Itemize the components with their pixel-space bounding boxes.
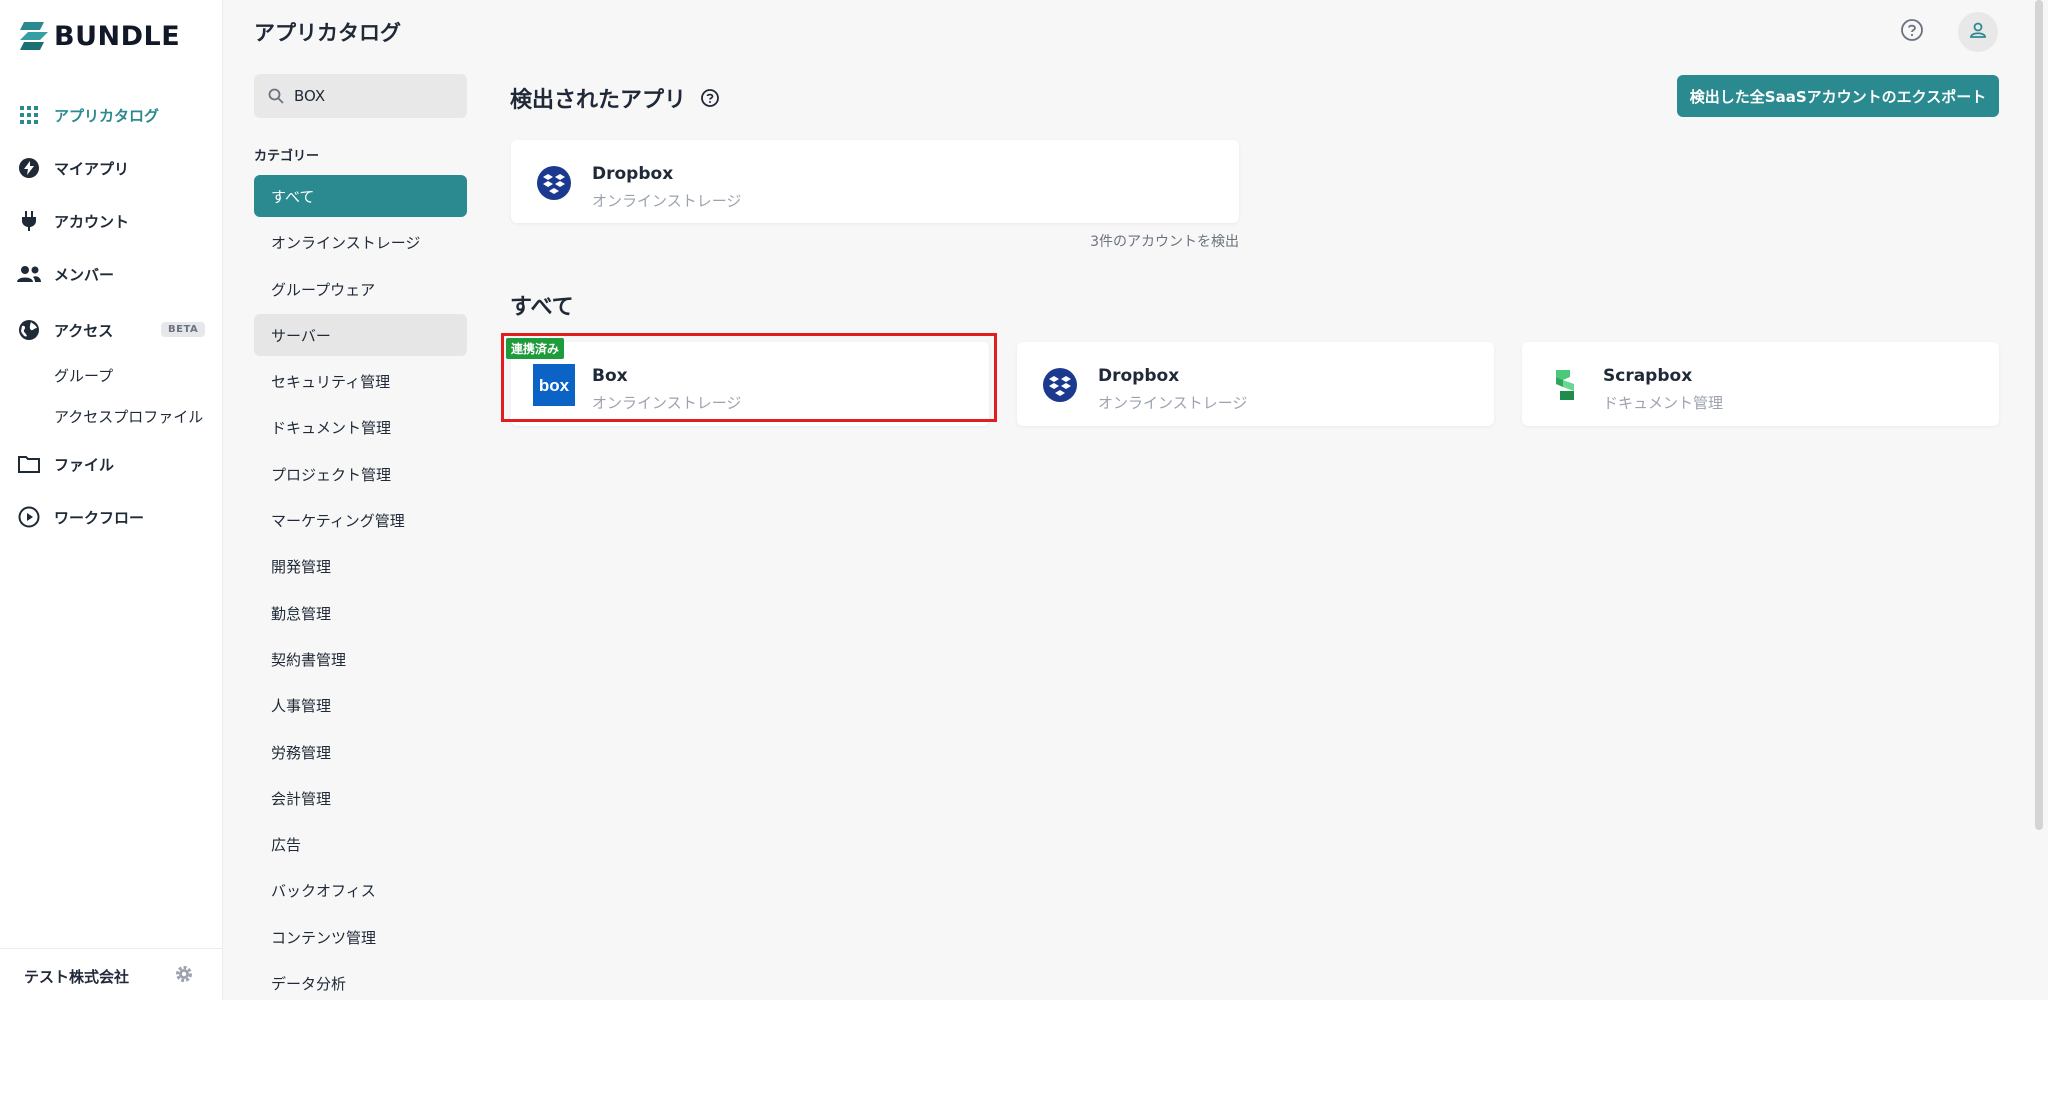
sidebar-item-label: マイアプリ [54,159,130,178]
folder-icon [16,451,42,477]
play-circle-icon [16,504,42,530]
app-name: Dropbox [1098,366,1180,386]
app-card-scrapbox[interactable]: Scrapbox ドキュメント管理 [1522,342,1999,426]
app-window: BUNDLE アプリカタログ マイアプリ アカウント メンバー アクセス BET… [0,0,2048,1000]
dropbox-icon [533,162,575,204]
beta-badge: BETA [161,322,206,337]
globe-icon [16,317,42,343]
help-icon [1900,18,1924,46]
category-item[interactable]: プロジェクト管理 [254,453,467,495]
help-circle-icon[interactable] [700,88,720,114]
sidebar-item-label: アクセス [54,321,114,340]
help-button[interactable] [1892,12,1932,52]
category-item[interactable]: 労務管理 [254,731,467,773]
gear-icon[interactable] [175,965,193,987]
category-item[interactable]: コンテンツ管理 [254,916,467,958]
sidebar-item-files[interactable]: ファイル [16,448,114,480]
category-item[interactable]: 会計管理 [254,777,467,819]
all-apps-title: すべて [510,295,574,320]
sidebar: BUNDLE アプリカタログ マイアプリ アカウント メンバー アクセス BET… [0,0,223,1000]
export-accounts-button[interactable]: 検出した全SaaSアカウントのエクスポート [1677,75,1999,117]
search-icon [268,88,284,104]
category-item[interactable]: 開発管理 [254,545,467,587]
plug-icon [16,208,42,234]
category-item[interactable]: バックオフィス [254,869,467,911]
detected-app-card-dropbox[interactable]: Dropbox オンラインストレージ [511,140,1239,223]
sidebar-item-label: メンバー [54,265,115,284]
search-field[interactable] [254,74,467,118]
sidebar-item-members[interactable]: メンバー [16,258,114,290]
app-name: Scrapbox [1603,366,1693,386]
bundle-logo-icon [20,22,48,50]
category-item-all[interactable]: すべて [254,175,467,217]
sidebar-item-workflow[interactable]: ワークフロー [16,501,144,533]
sidebar-item-label: ワークフロー [54,508,145,527]
people-icon [16,261,42,287]
bolt-icon [16,155,42,181]
company-name: テスト株式会社 [24,968,130,986]
app-name: Dropbox [592,164,674,184]
sidebar-item-my-apps[interactable]: マイアプリ [16,152,129,184]
sidebar-item-label: アカウント [54,212,130,231]
category-item[interactable]: 人事管理 [254,684,467,726]
category-item[interactable]: セキュリティ管理 [254,360,467,402]
selection-highlight [501,333,997,422]
category-heading: カテゴリー [254,149,320,164]
detected-account-count: 3件のアカウントを検出 [1090,234,1239,250]
category-item[interactable]: 契約書管理 [254,638,467,680]
app-category: オンラインストレージ [592,192,742,210]
category-item[interactable]: データ分析 [254,962,467,1000]
sidebar-item-label: ファイル [54,455,115,474]
search-input[interactable] [292,86,456,106]
company-footer: テスト株式会社 [0,948,222,1000]
sidebar-subitem-access-profiles[interactable]: アクセスプロファイル [54,406,203,427]
brand-name: BUNDLE [54,20,181,52]
category-item[interactable]: グループウェア [254,268,467,310]
sidebar-item-label: アプリカタログ [54,106,160,125]
category-item[interactable]: マーケティング管理 [254,499,467,541]
page-title: アプリカタログ [254,21,401,45]
app-category: オンラインストレージ [1098,394,1248,412]
user-menu-button[interactable] [1958,12,1998,52]
app-card-dropbox[interactable]: Dropbox オンラインストレージ [1017,342,1494,426]
sidebar-item-app-catalog[interactable]: アプリカタログ [16,99,159,131]
app-category: ドキュメント管理 [1603,394,1724,412]
category-item[interactable]: ドキュメント管理 [254,406,467,448]
sidebar-item-accounts[interactable]: アカウント [16,205,129,237]
grid-icon [16,102,42,128]
category-item[interactable]: 勤怠管理 [254,592,467,634]
scrollbar[interactable] [2035,0,2043,830]
category-item[interactable]: サーバー [254,314,467,356]
category-item[interactable]: 広告 [254,823,467,865]
sidebar-subitem-groups[interactable]: グループ [54,365,113,386]
bundle-logo[interactable]: BUNDLE [20,20,180,52]
user-icon [1969,21,1987,43]
scrapbox-icon [1544,364,1586,406]
detected-apps-title: 検出されたアプリ [510,82,720,114]
linked-badge: 連携済み [506,338,565,359]
category-item[interactable]: オンラインストレージ [254,221,467,263]
dropbox-icon [1039,364,1081,406]
detected-apps-title-text: 検出されたアプリ [510,88,687,113]
sidebar-item-access[interactable]: アクセス [16,314,113,346]
